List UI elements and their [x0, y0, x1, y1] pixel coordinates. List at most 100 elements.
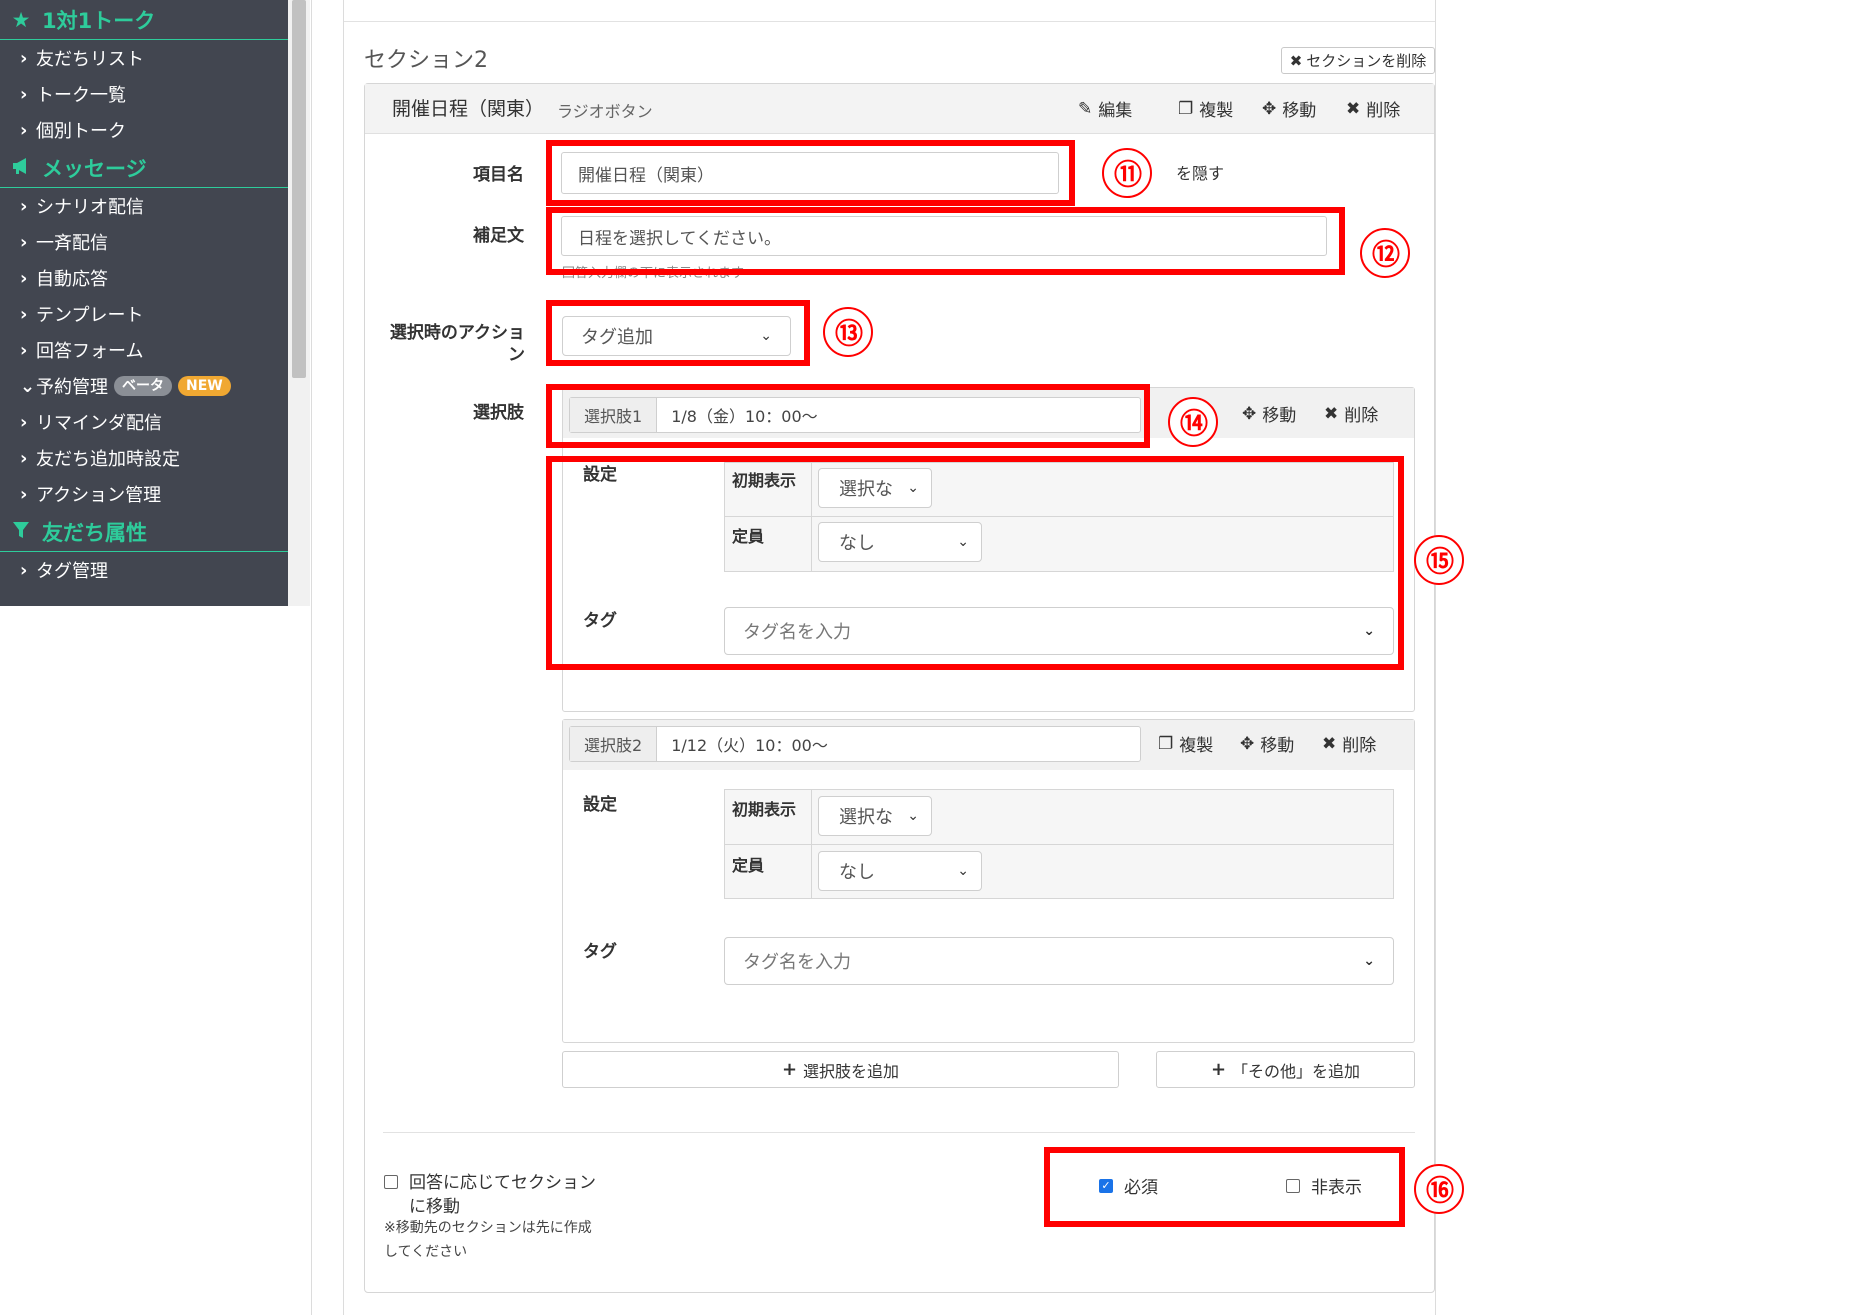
pencil-icon: ✎	[1078, 98, 1093, 119]
edit-button[interactable]: ✎ 編集	[1078, 96, 1133, 122]
annotation-number-13: ⑬	[823, 307, 873, 357]
sidebar-item-label: トーク一覧	[36, 85, 126, 106]
sidebar-item-label: タグ管理	[36, 561, 108, 582]
close-icon: ✖	[1289, 51, 1303, 70]
sidebar-section-label: メッセージ	[42, 156, 147, 181]
edit-label: 編集	[1098, 101, 1133, 121]
sidebar-item-scenario[interactable]: › シナリオ配信	[0, 188, 288, 224]
chevron-right-icon: ›	[20, 119, 28, 141]
megaphone-icon	[10, 156, 32, 180]
add-other-label: 「その他」を追加	[1232, 1061, 1361, 1081]
annotation-box-14	[546, 384, 1150, 448]
chevron-down-icon: ⌄	[957, 863, 969, 879]
copy-icon: ❐	[1178, 98, 1194, 119]
option-2-copy-button[interactable]: ❐ 複製	[1158, 731, 1214, 757]
plus-icon: +	[1210, 1059, 1227, 1080]
add-option-button[interactable]: + 選択肢を追加	[562, 1051, 1119, 1088]
delete-section-button[interactable]: ✖ セクションを削除	[1281, 47, 1435, 74]
sidebar-item-friend-add-settings[interactable]: › 友だち追加時設定	[0, 440, 288, 476]
copy-button[interactable]: ❐ 複製	[1178, 96, 1233, 122]
sidebar-section-label: 友だち属性	[42, 520, 147, 545]
move-label: 移動	[1260, 736, 1295, 756]
section-divider	[344, 21, 1435, 22]
sidebar-item-individual-talk[interactable]: › 個別トーク	[0, 112, 288, 148]
sidebar-item-label: テンプレート	[36, 305, 144, 326]
sidebar-item-answer-form[interactable]: › 回答フォーム	[0, 332, 288, 368]
initial-select-value: 選択な	[839, 807, 893, 828]
delete-button[interactable]: ✖ 削除	[1346, 96, 1400, 122]
chevron-down-icon: ⌄	[1363, 953, 1375, 969]
option-2-move-button[interactable]: ✥ 移動	[1240, 731, 1295, 757]
option-2-capacity-select[interactable]: なし ⌄	[818, 851, 982, 891]
content-border-right	[1435, 0, 1436, 1315]
scrollbar-thumb[interactable]	[292, 0, 306, 378]
chevron-right-icon: ›	[20, 231, 28, 253]
option-2-initial-select[interactable]: 選択な ⌄	[818, 796, 932, 836]
question-type: ラジオボタン	[557, 102, 653, 121]
sidebar-item-template[interactable]: › テンプレート	[0, 296, 288, 332]
branch-note-line1: ※移動先のセクションは先に作成	[384, 1220, 592, 1236]
sidebar-item-talk-list[interactable]: › トーク一覧	[0, 76, 288, 112]
star-icon: ★	[11, 7, 31, 32]
move-label: 移動	[1262, 406, 1297, 426]
option-1-move-button[interactable]: ✥ 移動	[1242, 401, 1297, 427]
add-other-button[interactable]: + 「その他」を追加	[1156, 1051, 1415, 1088]
close-icon: ✖	[1322, 733, 1337, 754]
chevron-right-icon: ›	[20, 267, 28, 289]
copy-icon: ❐	[1158, 733, 1174, 754]
option-2-value: 1/12（火）10：00～	[671, 736, 828, 755]
option-2-settings-label: 設定	[583, 795, 617, 815]
annotation-number-15: ⑮	[1414, 535, 1464, 585]
sidebar-scrollbar[interactable]	[288, 0, 310, 606]
capacity-select-value: なし	[839, 862, 875, 883]
sidebar-item-booking[interactable]: ⌄ 予約管理 ベータ NEW	[0, 368, 288, 404]
close-icon: ✖	[1346, 98, 1361, 119]
chevron-right-icon: ›	[20, 83, 28, 105]
option-2-input[interactable]: 選択肢2 1/12（火）10：00～	[569, 726, 1141, 762]
sidebar-item-tag-management[interactable]: › タグ管理	[0, 552, 288, 588]
options-label: 選択肢	[473, 403, 524, 423]
sidebar-item-label: 回答フォーム	[36, 341, 144, 362]
tag-placeholder: タグ名を入力	[743, 952, 851, 973]
sidebar-item-auto-reply[interactable]: › 自動応答	[0, 260, 288, 296]
option-2-tag-label: タグ	[583, 942, 617, 962]
move-icon: ✥	[1262, 98, 1277, 119]
move-button[interactable]: ✥ 移動	[1262, 96, 1316, 122]
question-title: 開催日程（関東）	[392, 98, 545, 120]
close-icon: ✖	[1324, 403, 1339, 424]
sidebar-item-reminder[interactable]: › リマインダ配信	[0, 404, 288, 440]
sidebar-section-message[interactable]: メッセージ	[0, 148, 288, 188]
filter-icon	[10, 520, 32, 544]
annotation-number-11: ⑪	[1102, 148, 1152, 198]
option-2-tag-select[interactable]: タグ名を入力 ⌄	[724, 937, 1394, 985]
new-badge: NEW	[178, 376, 231, 396]
chevron-right-icon: ›	[20, 303, 28, 325]
branch-label-line2: に移動	[409, 1197, 460, 1217]
beta-badge: ベータ	[114, 376, 172, 396]
sidebar-item-label: アクション管理	[36, 485, 162, 506]
sidebar-section-talk[interactable]: ★ 1対1トーク	[0, 0, 288, 40]
sidebar-item-label: シナリオ配信	[36, 197, 144, 218]
sidebar-item-label: リマインダ配信	[36, 413, 162, 434]
sidebar-item-label: 一斉配信	[36, 233, 108, 254]
chevron-down-icon: ⌄	[20, 375, 36, 397]
move-icon: ✥	[1242, 403, 1257, 424]
plus-icon: +	[781, 1059, 798, 1080]
table-divider	[811, 789, 812, 899]
sidebar-item-broadcast[interactable]: › 一斉配信	[0, 224, 288, 260]
sidebar: ★ 1対1トーク › 友だちリスト › トーク一覧 › 個別トーク メッセージ › シナ…	[0, 0, 288, 606]
sidebar-section-friend-attributes[interactable]: 友だち属性	[0, 512, 288, 552]
content-divider	[311, 0, 312, 1315]
copy-label: 複製	[1179, 736, 1214, 756]
option-1-delete-button[interactable]: ✖ 削除	[1324, 401, 1378, 427]
chevron-right-icon: ›	[20, 195, 28, 217]
action-label: 選択時のアクション	[389, 323, 525, 365]
sidebar-item-action-management[interactable]: › アクション管理	[0, 476, 288, 512]
add-option-label: 選択肢を追加	[803, 1061, 900, 1081]
sidebar-item-friend-list[interactable]: › 友だちリスト	[0, 40, 288, 76]
move-icon: ✥	[1240, 733, 1255, 754]
option-2-delete-button[interactable]: ✖ 削除	[1322, 731, 1376, 757]
supplement-label: 補足文	[473, 226, 524, 246]
branch-checkbox[interactable]	[384, 1175, 398, 1189]
hide-label: を隠す	[1176, 164, 1225, 183]
